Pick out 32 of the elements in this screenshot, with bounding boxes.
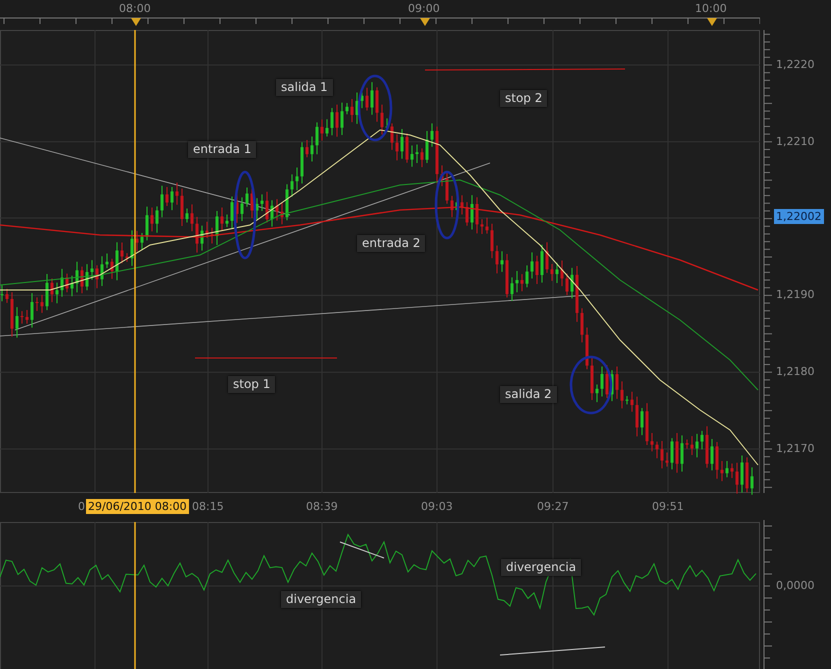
price-label: 1,2210 bbox=[776, 134, 814, 148]
price-label: 1,2220 bbox=[776, 58, 814, 71]
price-label: 1,2170 bbox=[776, 442, 814, 455]
cursor-date-label: 29/06/2010 08:00 bbox=[86, 499, 189, 514]
time-label: 09:27 bbox=[537, 500, 569, 513]
time-label: 09:03 bbox=[421, 500, 453, 513]
marker-icon bbox=[420, 18, 430, 26]
time-label: 08:00 bbox=[119, 2, 151, 15]
marker-icon bbox=[707, 18, 717, 26]
annotation-label: salida 1 bbox=[276, 79, 333, 96]
annotation-label: entrada 1 bbox=[188, 141, 256, 158]
divergence-line bbox=[340, 542, 384, 558]
time-label: 09:00 bbox=[408, 2, 440, 15]
annotation-label: stop 1 bbox=[228, 376, 276, 393]
current-price-label: 1,22002 bbox=[774, 209, 824, 224]
price-label: 1,2180 bbox=[776, 365, 814, 378]
annotation-label: stop 2 bbox=[500, 90, 548, 107]
time-label: 0 bbox=[78, 500, 85, 513]
annotation-label: divergencia bbox=[281, 591, 362, 608]
annotation-label: entrada 2 bbox=[357, 235, 426, 252]
annotation-label: divergencia bbox=[501, 559, 582, 576]
price-label: 1,2190 bbox=[776, 288, 814, 302]
marker-icon bbox=[131, 18, 141, 26]
time-label: 09:51 bbox=[652, 500, 684, 513]
highlight-ellipse bbox=[358, 74, 392, 142]
highlight-ellipse bbox=[434, 170, 460, 240]
annotation-label: salida 2 bbox=[500, 386, 557, 403]
time-label: 08:39 bbox=[306, 500, 338, 513]
highlight-ellipse bbox=[570, 356, 612, 414]
value-label: 0,0000 bbox=[776, 579, 814, 592]
time-label: 08:15 bbox=[192, 500, 224, 513]
time-label: 10:00 bbox=[695, 2, 727, 15]
